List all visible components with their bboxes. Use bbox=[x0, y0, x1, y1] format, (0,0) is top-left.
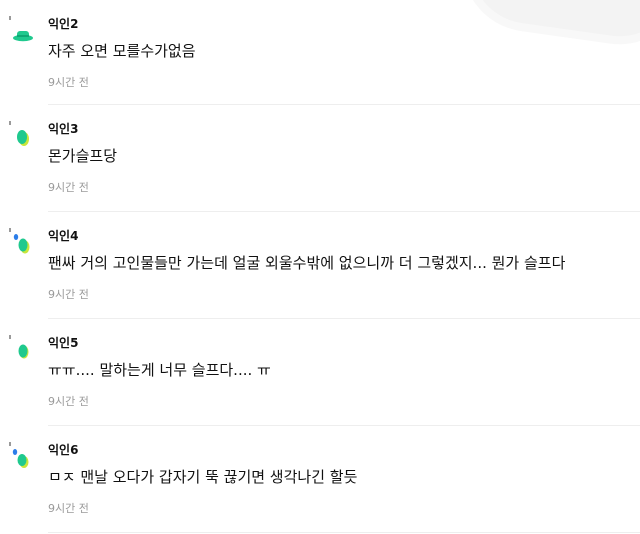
green-leaf-avatar-icon[interactable] bbox=[8, 117, 34, 147]
green-leaf-avatar-icon[interactable] bbox=[8, 438, 34, 468]
comment-item: 익인5 ㅠㅠ.... 말하는게 너무 슬프다.... ㅠ 9시간 전 bbox=[0, 319, 640, 426]
comment-text: 몬가슬프당 bbox=[48, 147, 118, 165]
comment-text: ㅠㅠ.... 말하는게 너무 슬프다.... ㅠ bbox=[48, 361, 271, 379]
comment-author: 익인3 bbox=[48, 122, 79, 136]
comment-text: 자주 오면 모를수가없음 bbox=[48, 42, 196, 60]
comment-divider bbox=[48, 532, 640, 533]
comment-author: 익인4 bbox=[48, 229, 79, 243]
comment-item: 익인4 팬싸 거의 고인물들만 가는데 얼굴 외울수밖에 없으니까 더 그렇겠지… bbox=[0, 212, 640, 319]
comment-author: 익인2 bbox=[48, 17, 79, 31]
comment-item: 익인2 자주 오면 모를수가없음 9시간 전 bbox=[0, 0, 640, 105]
green-leaf-avatar-icon[interactable] bbox=[8, 331, 34, 361]
comment-text: ㅁㅈ 맨날 오다가 갑자기 뚝 끊기면 생각나긴 할듯 bbox=[48, 468, 358, 486]
comment-time: 9시간 전 bbox=[48, 288, 89, 301]
comment-list: 익인2 자주 오면 모를수가없음 9시간 전 익인3 몬가슬프당 9시간 전 익… bbox=[0, 0, 640, 533]
comment-item: 익인3 몬가슬프당 9시간 전 bbox=[0, 105, 640, 212]
comment-text: 팬싸 거의 고인물들만 가는데 얼굴 외울수밖에 없으니까 더 그렇겠지... … bbox=[48, 254, 566, 272]
comment-author: 익인6 bbox=[48, 443, 79, 457]
comment-time: 9시간 전 bbox=[48, 181, 89, 194]
comment-time: 9시간 전 bbox=[48, 502, 89, 515]
green-leaf-avatar-icon[interactable] bbox=[8, 224, 34, 254]
comment-time: 9시간 전 bbox=[48, 395, 89, 408]
comment-item: 익인6 ㅁㅈ 맨날 오다가 갑자기 뚝 끊기면 생각나긴 할듯 9시간 전 bbox=[0, 426, 640, 533]
comment-time: 9시간 전 bbox=[48, 76, 89, 89]
green-hat-avatar-icon[interactable] bbox=[8, 12, 34, 42]
comment-author: 익인5 bbox=[48, 336, 79, 350]
